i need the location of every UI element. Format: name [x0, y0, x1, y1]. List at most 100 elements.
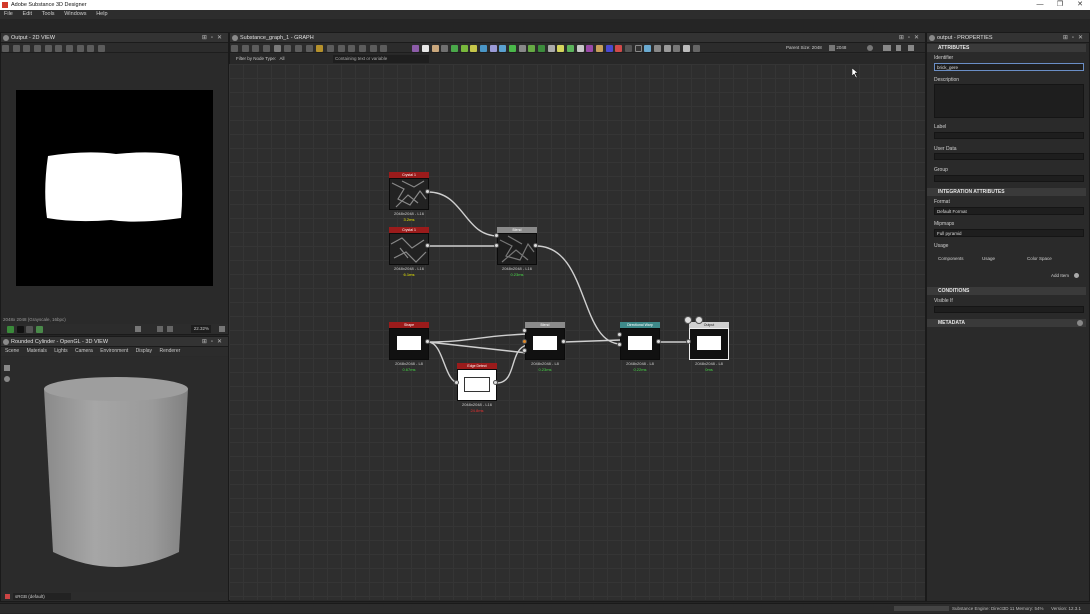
expose-icon[interactable]: [369, 44, 377, 52]
menu-renderer[interactable]: Renderer: [159, 348, 180, 354]
input-port-intensity[interactable]: [617, 342, 622, 347]
rgb-channel-icon[interactable]: [7, 325, 14, 333]
minimize-button[interactable]: —: [1030, 0, 1050, 10]
input-port-foreground[interactable]: [522, 328, 527, 333]
lock-icon[interactable]: [219, 326, 225, 332]
black-bg-icon[interactable]: [16, 325, 24, 333]
zoom-in-icon[interactable]: [167, 326, 173, 332]
pixel-processor-icon[interactable]: [596, 44, 604, 52]
frame-icon[interactable]: [241, 44, 249, 52]
link-icon[interactable]: [295, 44, 303, 52]
compute-icon[interactable]: [883, 45, 891, 51]
output-port[interactable]: [561, 339, 566, 344]
save-icon[interactable]: [12, 44, 20, 52]
options-icon[interactable]: [908, 45, 914, 51]
parent-size-value[interactable]: 2048: [812, 45, 822, 50]
menu-materials[interactable]: Materials: [27, 348, 47, 354]
warp-icon[interactable]: [567, 44, 574, 52]
size-value[interactable]: 2048: [836, 45, 846, 50]
output-port[interactable]: [656, 339, 661, 344]
bitmap-icon[interactable]: [615, 44, 623, 52]
atomic-node-icon[interactable]: [412, 44, 420, 52]
blur-icon[interactable]: [441, 44, 449, 52]
frame-node-icon[interactable]: [654, 44, 662, 52]
switch-icon[interactable]: [625, 44, 633, 52]
node-directional-warp[interactable]: Directional Warp 2048x2048 - L8 0.22ms: [617, 322, 661, 372]
text-icon[interactable]: [576, 44, 584, 52]
filter-select[interactable]: All: [279, 54, 325, 64]
input-port[interactable]: [617, 332, 622, 337]
align-icon[interactable]: [263, 44, 271, 52]
node-crystal-1-bottom[interactable]: Crystal 1 2048x2048 - L16 6.1ms: [389, 227, 430, 277]
menu-scene[interactable]: Scene: [5, 348, 19, 354]
colorspace-select[interactable]: sRGB (default): [13, 593, 71, 600]
grid-icon[interactable]: [135, 326, 141, 332]
channels-icon[interactable]: [450, 44, 458, 52]
svg-icon[interactable]: [605, 44, 613, 52]
group-input[interactable]: [934, 175, 1084, 182]
connect-icon[interactable]: [316, 44, 324, 52]
panel-controls[interactable]: ⊞▫✕: [202, 337, 226, 347]
pin-node-icon[interactable]: [663, 44, 671, 52]
menu-help[interactable]: Help: [96, 10, 107, 19]
export-icon[interactable]: [34, 44, 42, 52]
undo-icon[interactable]: [66, 44, 74, 52]
menu-environment[interactable]: Environment: [100, 348, 128, 354]
section-attributes[interactable]: ATTRIBUTES: [927, 44, 1086, 52]
menu-lights[interactable]: Lights: [54, 348, 67, 354]
select-icon[interactable]: [231, 44, 238, 52]
split-icon[interactable]: [327, 44, 335, 52]
node-blend-2[interactable]: Blend 2048x2048 - L8 0.23ms: [522, 322, 566, 372]
reset-icon[interactable]: [867, 45, 873, 51]
grid-snap-icon[interactable]: [380, 44, 388, 52]
levels-icon[interactable]: [528, 44, 536, 52]
description-input[interactable]: [934, 84, 1084, 118]
fit-icon[interactable]: [2, 44, 9, 52]
grayscale-icon[interactable]: [508, 44, 516, 52]
node-blend-1[interactable]: Blend 2048x2048 - L16 0.23ms: [494, 227, 538, 277]
identifier-input[interactable]: brick_gere: [934, 63, 1084, 71]
panel-controls[interactable]: ⊞▫✕: [899, 33, 923, 43]
input-icon[interactable]: [634, 44, 642, 52]
input-port-foreground[interactable]: [494, 233, 499, 238]
node-crystal-1-top[interactable]: Crystal 1 2048x2048 - L16 3.2ms: [389, 172, 430, 222]
add-item-button[interactable]: Add Item: [1051, 273, 1069, 278]
blend-icon[interactable]: [431, 44, 439, 52]
normal-icon[interactable]: [537, 44, 545, 52]
histogram-icon[interactable]: [98, 44, 106, 52]
input-port-background[interactable]: [522, 339, 527, 344]
transform-icon[interactable]: [557, 44, 565, 52]
section-metadata[interactable]: METADATA: [927, 319, 1086, 327]
menu-windows[interactable]: Windows: [64, 10, 86, 19]
panel-controls[interactable]: ⊞▫✕: [202, 33, 226, 43]
input-port[interactable]: [454, 380, 459, 385]
input-port-background[interactable]: [494, 243, 499, 248]
emboss-icon[interactable]: [489, 44, 497, 52]
node-output[interactable]: Output 2048x2048 - L8 0ms: [684, 316, 729, 372]
menu-tools[interactable]: Tools: [42, 10, 55, 19]
distance-icon[interactable]: [479, 44, 487, 52]
section-integration-attributes[interactable]: INTEGRATION ATTRIBUTES: [927, 188, 1086, 196]
comment-node-icon[interactable]: [673, 44, 681, 52]
pin-icon[interactable]: [284, 44, 292, 52]
uniform-color-icon[interactable]: [421, 44, 429, 52]
wand-icon[interactable]: [359, 44, 367, 52]
menu-file[interactable]: File: [4, 10, 13, 19]
pin-icon[interactable]: [684, 316, 692, 324]
mipmaps-select[interactable]: Full pyramid: [934, 229, 1084, 237]
hsl-icon[interactable]: [518, 44, 526, 52]
add-item-icon[interactable]: [1074, 273, 1079, 278]
fit-view-icon[interactable]: [157, 326, 163, 332]
output-port[interactable]: [425, 339, 430, 344]
input-port[interactable]: [686, 339, 691, 344]
node-view-icon[interactable]: [683, 44, 691, 52]
output-port[interactable]: [493, 380, 498, 385]
layers-icon[interactable]: [44, 44, 52, 52]
fxmap-icon[interactable]: [586, 44, 594, 52]
panel-controls[interactable]: ⊞▫✕: [1063, 33, 1087, 43]
sharpen-icon[interactable]: [547, 44, 555, 52]
redo-icon[interactable]: [76, 44, 84, 52]
format-select[interactable]: Default Format: [934, 207, 1084, 215]
parent-size-control[interactable]: Parent Size: 2048 2048: [786, 44, 846, 52]
menu-camera[interactable]: Camera: [75, 348, 93, 354]
